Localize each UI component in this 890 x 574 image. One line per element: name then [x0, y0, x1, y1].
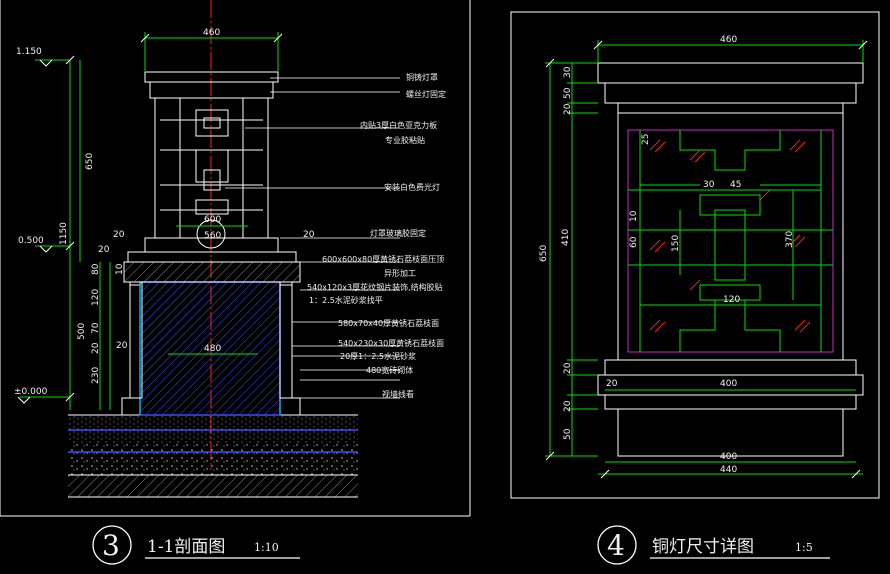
- left-view-scale: 1:10: [254, 541, 279, 554]
- r-dim-s370: 370: [785, 231, 795, 248]
- dim-h10: 10: [115, 263, 125, 275]
- note-9: 1：2.5水泥砂浆找平: [309, 295, 383, 305]
- right-view-title: 铜灯尺寸详图: [652, 537, 754, 557]
- r-dim-s60: 60: [629, 236, 639, 248]
- note-4: 安装白色费光灯: [384, 182, 440, 192]
- r-dim-w400b: 400: [720, 452, 737, 462]
- dim-h20: 20: [91, 342, 101, 354]
- right-frame: [510, 11, 880, 499]
- dim-480: 480: [204, 344, 221, 354]
- dim-20a: 20: [113, 230, 125, 240]
- dim-20c: 20: [116, 341, 128, 351]
- note-2: 内贴3厚白色亚克力板: [360, 120, 437, 130]
- r-dim-top-width: 460: [720, 35, 737, 45]
- note-1: 螺丝灯固定: [406, 89, 446, 99]
- r-dim-h20b: 20: [563, 362, 573, 374]
- r-dim-s10: 10: [629, 210, 639, 222]
- r-dim-s30: 30: [703, 180, 715, 190]
- note-10: 580x70x40厚黄锈石荔枝面: [338, 318, 439, 328]
- elev-top: 1.150: [16, 47, 42, 57]
- dim-h70: 70: [91, 322, 101, 334]
- r-dim-h50a: 50: [563, 87, 573, 99]
- left-view-number: 3: [102, 529, 120, 562]
- right-lamp: [597, 62, 864, 457]
- elev-base: ±0.000: [14, 387, 48, 397]
- dim-h650: 650: [85, 153, 95, 170]
- dim-h80: 80: [91, 263, 101, 275]
- note-6: 600x600x80厚黄锈石荔枝面压顶: [322, 254, 444, 264]
- r-dim-h50b: 50: [563, 428, 573, 440]
- dim-20b: 20: [303, 230, 315, 240]
- r-dim-w440: 440: [720, 465, 737, 475]
- ground-layers: [68, 414, 358, 498]
- r-dim-h20c: 20: [563, 400, 573, 412]
- note-13: 480宽砖砌体: [366, 365, 413, 375]
- dim-560: 560: [204, 231, 221, 241]
- cad-drawing: 1.150 0.500 ±0.000 460 600 560 480 20 20…: [0, 0, 880, 565]
- r-dim-h20a: 20: [563, 103, 573, 115]
- r-dim-w400a: 400: [720, 379, 737, 389]
- note-11: 540x230x30厚黄锈石荔枝面: [338, 338, 444, 348]
- right-text: 460 650 410 30 50 20 20 20 50 400 400 44…: [539, 35, 813, 562]
- elevation-markers: [17, 59, 53, 404]
- r-dim-s120: 120: [723, 295, 740, 305]
- note-5: 灯罩玻璃胶固定: [370, 228, 426, 238]
- elev-mid: 0.500: [18, 236, 44, 246]
- right-dim-ticks: [545, 40, 868, 479]
- r-dim-h30: 30: [563, 66, 573, 78]
- r-dim-s25: 25: [641, 134, 651, 145]
- r-dim-s45: 45: [730, 180, 741, 190]
- dim-h500: 500: [77, 323, 87, 340]
- dim-h120: 120: [91, 289, 101, 306]
- dim-h230: 230: [91, 367, 101, 384]
- note-7: 异形加工: [384, 268, 416, 278]
- note-14: 视墙线看: [382, 389, 414, 399]
- right-view-number: 4: [607, 529, 625, 562]
- left-view-title: 1-1剖面图: [147, 537, 225, 557]
- dim-top-width: 460: [203, 28, 220, 38]
- note-12: 20厚1：2.5水泥砂浆: [340, 351, 416, 361]
- dim-h1150: 1150: [59, 222, 69, 245]
- note-0: 铜铸灯罩: [406, 72, 438, 82]
- r-dim-h410: 410: [561, 229, 571, 246]
- r-dim-s150: 150: [671, 235, 681, 252]
- note-3: 专业胶粘贴: [385, 135, 425, 145]
- r-dim-s20: 20: [606, 379, 618, 389]
- right-view-scale: 1:5: [795, 541, 813, 554]
- dim-600: 600: [204, 215, 221, 225]
- dim-20d: 20: [98, 245, 110, 255]
- r-dim-h650: 650: [539, 245, 549, 262]
- note-8: 540x120x3厚花纹钢片装饰,结构胶贴: [307, 282, 443, 292]
